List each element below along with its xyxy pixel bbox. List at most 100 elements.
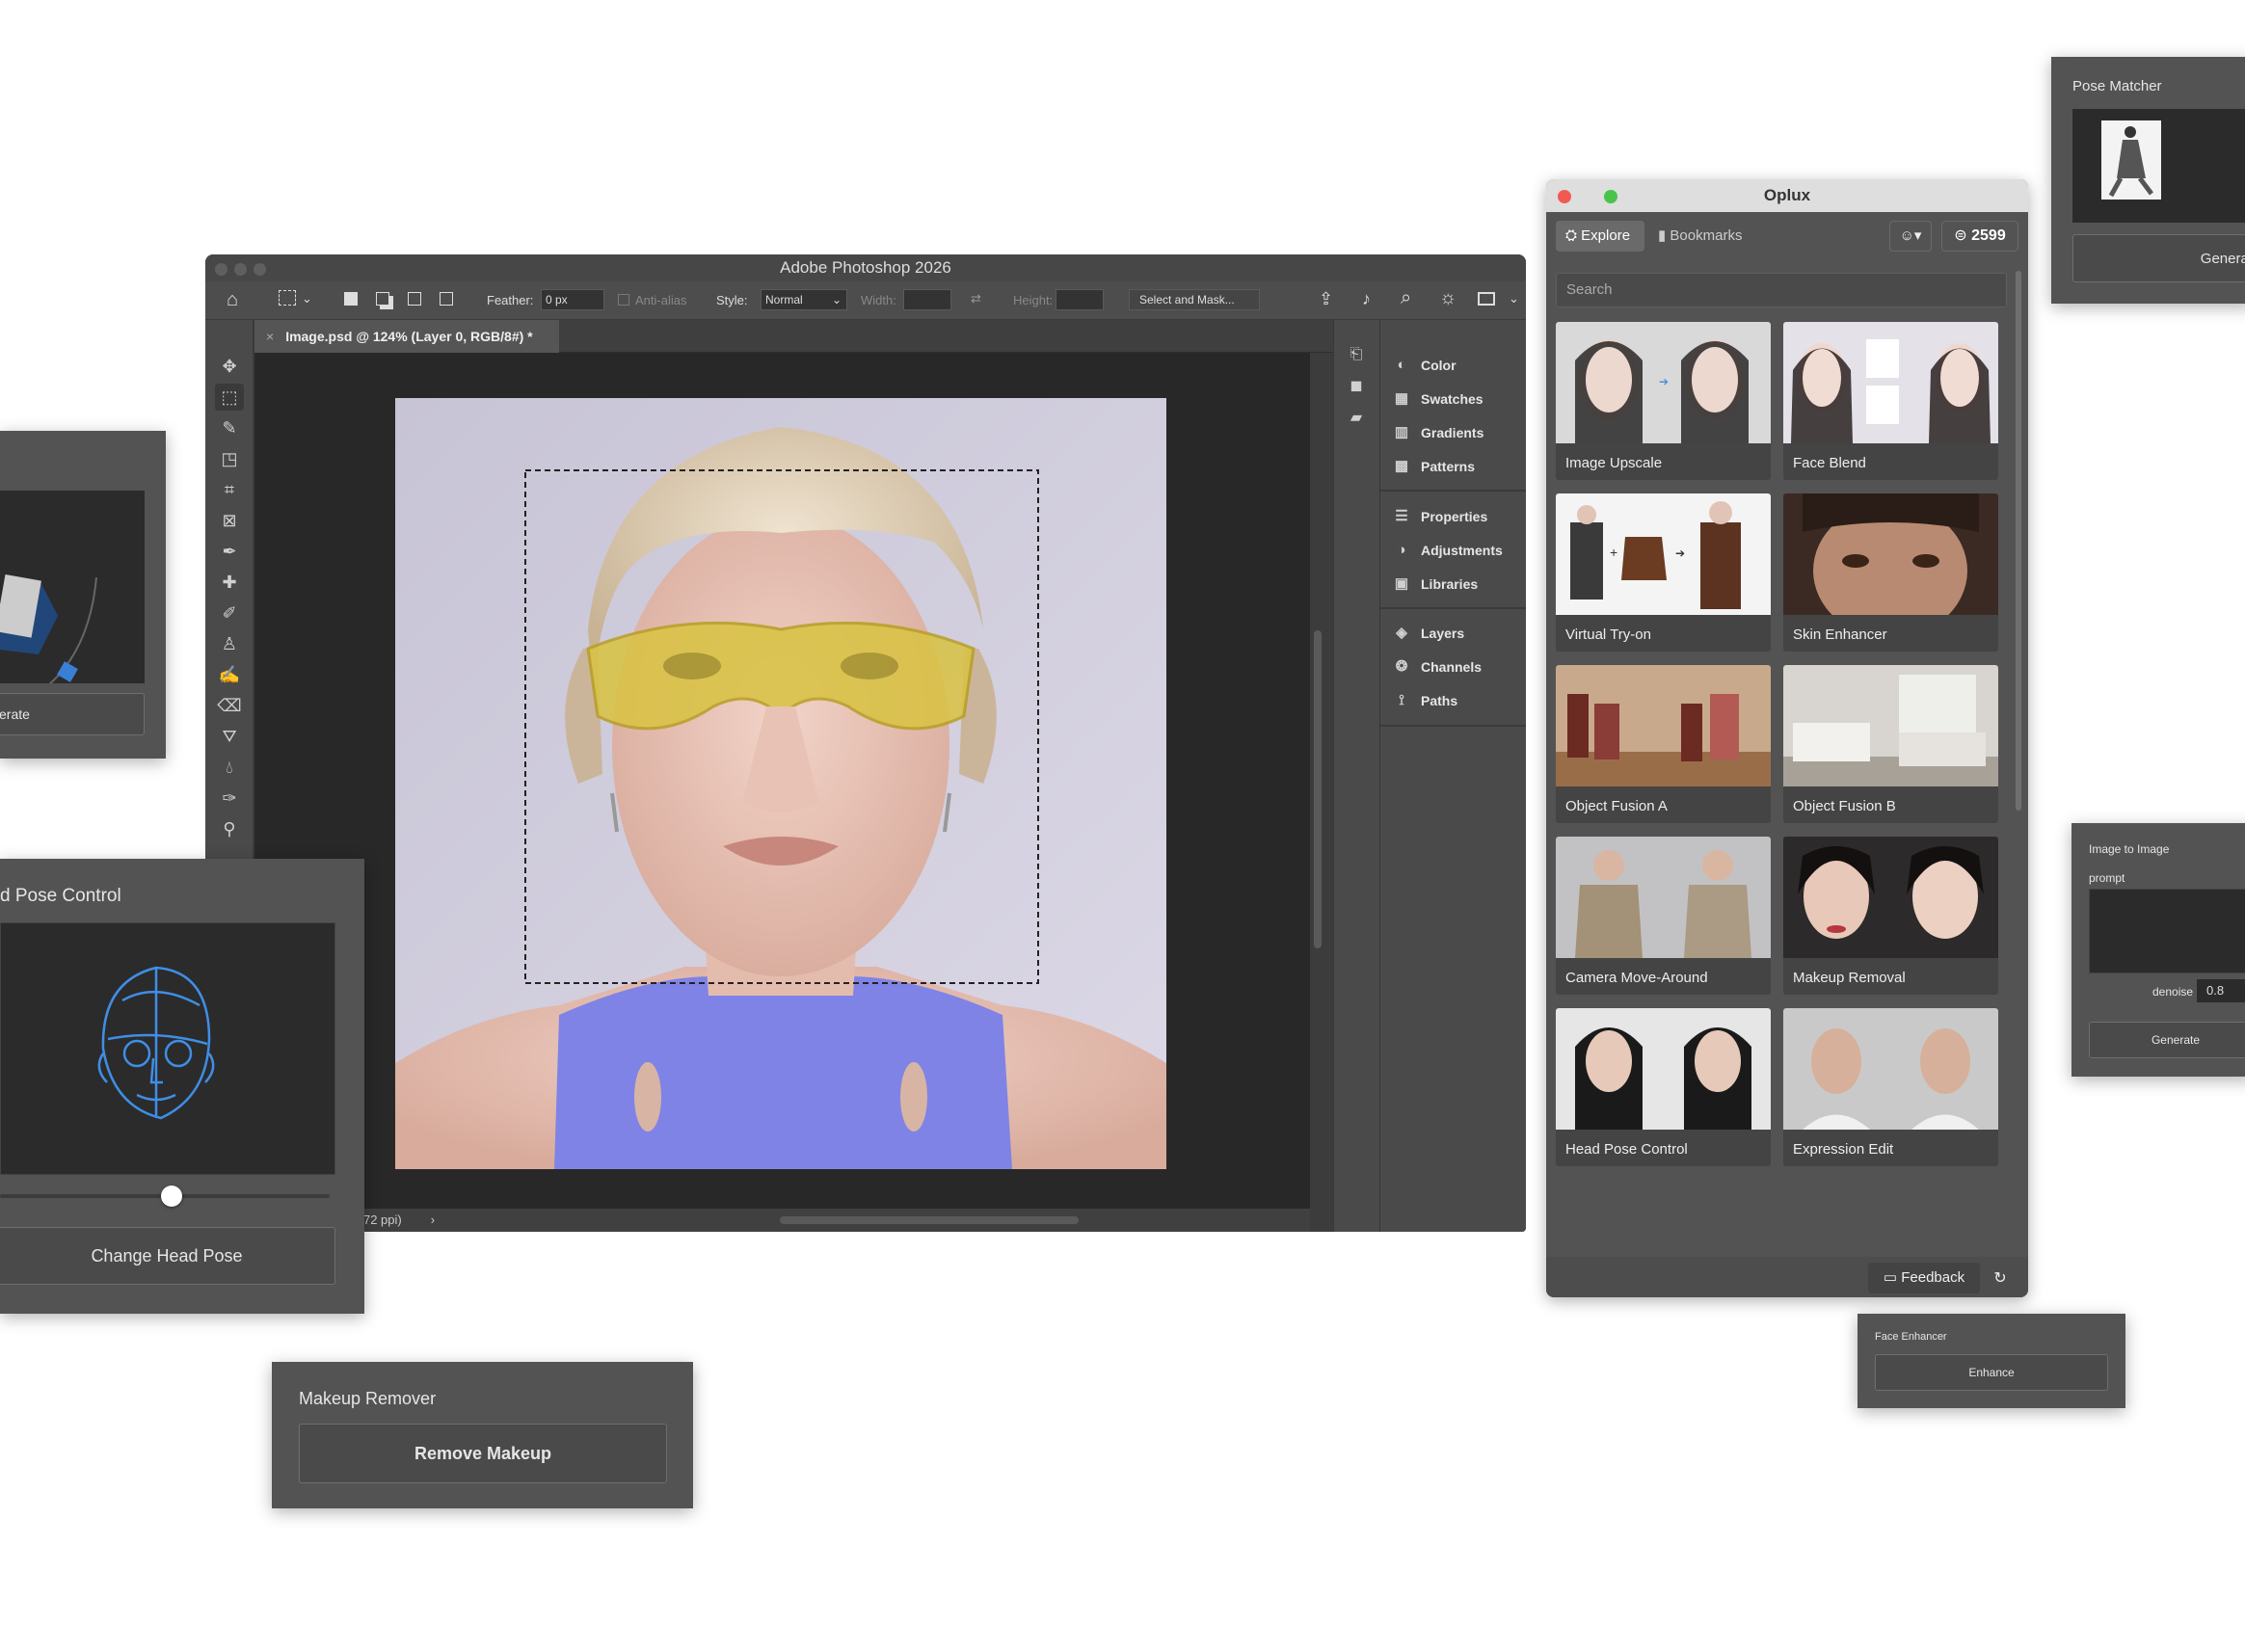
- feedback-label: Feedback: [1901, 1269, 1965, 1286]
- horizontal-scrollbar[interactable]: [780, 1216, 1079, 1224]
- marquee-tool-icon[interactable]: ⬚: [215, 384, 244, 411]
- healing-brush-icon[interactable]: ✚: [215, 569, 244, 596]
- vertical-scrollbar[interactable]: [1314, 630, 1322, 948]
- antialias-checkbox[interactable]: [618, 294, 629, 306]
- panel-patterns[interactable]: ▩ Patterns: [1392, 452, 1475, 481]
- credits-badge[interactable]: ⊜ 2599: [1941, 221, 2018, 252]
- vertical-scrollbar[interactable]: [2016, 271, 2021, 811]
- panel-properties[interactable]: ☰ Properties: [1392, 502, 1487, 531]
- generate-button[interactable]: Generate: [2089, 1022, 2245, 1058]
- zoom-dot[interactable]: [254, 263, 266, 276]
- stamp-tool-icon[interactable]: ♙: [215, 630, 244, 657]
- panel-swatches[interactable]: ▦ Swatches: [1392, 385, 1483, 413]
- minimize-dot[interactable]: [234, 263, 247, 276]
- eyedropper-icon[interactable]: ✒: [215, 538, 244, 565]
- denoise-input[interactable]: 0.8: [2197, 979, 2245, 1002]
- generate-button[interactable]: Generat: [2072, 234, 2245, 282]
- object-select-icon[interactable]: ◳: [215, 445, 244, 472]
- denoise-label: denoise: [2152, 985, 2194, 999]
- card-virtual-try-on[interactable]: + ➔ Virtual Try-on: [1556, 493, 1771, 652]
- blur-tool-icon[interactable]: 💧︎: [215, 754, 244, 781]
- plugins-icon[interactable]: ◼: [1342, 373, 1371, 400]
- crop-tool-icon[interactable]: ⌗: [215, 476, 244, 503]
- share-icon[interactable]: ⇪: [1319, 289, 1333, 309]
- bell-icon[interactable]: ♪: [1362, 289, 1371, 309]
- card-face-blend[interactable]: Face Blend: [1783, 322, 1998, 480]
- enhance-button[interactable]: Enhance: [1875, 1354, 2108, 1391]
- document-tab[interactable]: × Image.psd @ 124% (Layer 0, RGB/8#) *: [254, 320, 559, 353]
- generate-button[interactable]: erate: [0, 693, 145, 735]
- search-input[interactable]: Search: [1556, 273, 2007, 307]
- panel-gradients[interactable]: ▥ Gradients: [1392, 418, 1483, 447]
- height-input[interactable]: [1056, 289, 1104, 310]
- close-tab-icon[interactable]: ×: [266, 329, 274, 344]
- face-enhancer-panel: Face Enhancer Enhance: [1857, 1314, 2125, 1408]
- history-icon[interactable]: ⎗: [1342, 341, 1371, 368]
- card-object-fusion-b[interactable]: Object Fusion B: [1783, 665, 1998, 823]
- workspace-icon[interactable]: [1478, 292, 1495, 306]
- card-skin-enhancer[interactable]: Skin Enhancer: [1783, 493, 1998, 652]
- width-input[interactable]: [903, 289, 951, 310]
- chevron-down-icon: ⌄: [831, 293, 842, 306]
- feedback-button[interactable]: ▭ Feedback: [1868, 1263, 1980, 1293]
- quick-select-icon[interactable]: ✎: [215, 414, 244, 441]
- panel-paths[interactable]: ⟟ Paths: [1392, 686, 1457, 715]
- panel-adjustments[interactable]: ◑ Adjustments: [1392, 536, 1502, 565]
- search-icon[interactable]: ⌕: [1401, 287, 1411, 309]
- chevron-right-icon[interactable]: ›: [431, 1212, 435, 1227]
- divider: [1380, 725, 1526, 727]
- card-image-upscale[interactable]: ➔ Image Upscale: [1556, 322, 1771, 480]
- frame-tool-icon[interactable]: ⊠: [215, 507, 244, 534]
- subtract-selection-icon[interactable]: [408, 292, 421, 306]
- comment-icon[interactable]: ▰: [1342, 405, 1371, 432]
- canvas-image[interactable]: [395, 398, 1166, 1169]
- pose-slider-thumb[interactable]: [160, 1186, 182, 1207]
- panel-layers-label: Layers: [1421, 626, 1465, 641]
- card-head-pose-control[interactable]: Head Pose Control: [1556, 1008, 1771, 1166]
- card-object-fusion-a[interactable]: Object Fusion A: [1556, 665, 1771, 823]
- card-expression-edit[interactable]: Expression Edit: [1783, 1008, 1998, 1166]
- panel-layers[interactable]: ◈ Layers: [1392, 619, 1464, 648]
- add-selection-icon[interactable]: [376, 292, 389, 306]
- paint-bucket-icon[interactable]: ⛛: [215, 723, 244, 750]
- pen-tool-icon[interactable]: ⚲: [215, 815, 244, 842]
- panel-color[interactable]: ◐ Color: [1392, 351, 1456, 380]
- chevron-down-icon[interactable]: ⌄: [302, 291, 312, 306]
- refresh-icon[interactable]: ↻: [1988, 1266, 2013, 1292]
- account-button[interactable]: ☺▾: [1889, 221, 1932, 252]
- card-camera-move-around[interactable]: Camera Move-Around: [1556, 837, 1771, 995]
- feather-input[interactable]: 0 px: [541, 289, 604, 310]
- history-brush-icon[interactable]: ✍: [215, 661, 244, 688]
- home-icon[interactable]: ⌂: [227, 289, 238, 311]
- close-dot[interactable]: [1558, 190, 1571, 203]
- panel-libraries[interactable]: ▣ Libraries: [1392, 570, 1478, 599]
- brush-tool-icon[interactable]: ✐: [215, 600, 244, 626]
- change-head-pose-button[interactable]: Change Head Pose: [0, 1227, 335, 1285]
- tab-explore[interactable]: ⛭ Explore: [1556, 221, 1644, 252]
- style-label: Style:: [716, 293, 748, 307]
- card-makeup-removal[interactable]: Makeup Removal: [1783, 837, 1998, 995]
- style-select[interactable]: Normal ⌄: [761, 289, 847, 310]
- zoom-dot[interactable]: [1604, 190, 1617, 203]
- light-icon[interactable]: ☼: [1439, 287, 1457, 309]
- card-thumbnail: [1556, 665, 1771, 786]
- marquee-tool-icon[interactable]: [279, 290, 296, 306]
- gradient-icon: ▥: [1394, 424, 1409, 440]
- panel-channels[interactable]: ❂ Channels: [1392, 653, 1482, 681]
- remove-makeup-button[interactable]: Remove Makeup: [299, 1424, 667, 1483]
- swap-icon[interactable]: ⇄: [971, 291, 981, 306]
- chevron-down-icon[interactable]: ⌄: [1509, 291, 1519, 306]
- image-to-image-panel: Image to Image prompt denoise 0.8 Genera…: [2071, 823, 2245, 1077]
- paths-icon: ⟟: [1399, 692, 1404, 708]
- prompt-textarea[interactable]: [2089, 889, 2245, 973]
- panel-gradients-label: Gradients: [1421, 425, 1484, 440]
- change-head-pose-label: Change Head Pose: [91, 1245, 243, 1266]
- select-and-mask-button[interactable]: Select and Mask...: [1129, 289, 1260, 310]
- move-tool-icon[interactable]: ✥: [215, 353, 244, 380]
- dodge-tool-icon[interactable]: ✑: [215, 785, 244, 812]
- eraser-icon[interactable]: ⌫: [215, 692, 244, 719]
- new-selection-icon[interactable]: [344, 292, 358, 306]
- close-dot[interactable]: [215, 263, 227, 276]
- tab-bookmarks[interactable]: ▮ Bookmarks: [1658, 221, 1770, 252]
- intersect-selection-icon[interactable]: [440, 292, 453, 306]
